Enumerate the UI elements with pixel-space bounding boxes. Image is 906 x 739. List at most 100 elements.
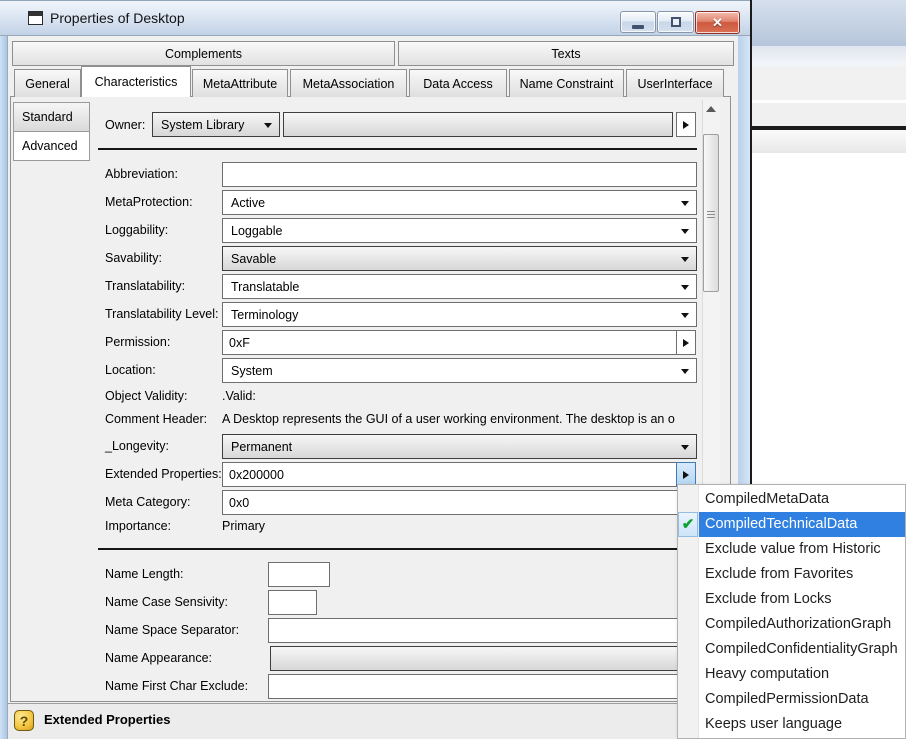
help-icon: ? <box>14 710 34 731</box>
background-window-band <box>752 46 906 66</box>
name-space-separator-label: Name Space Separator: <box>105 623 239 637</box>
arrow-up-icon <box>706 106 716 112</box>
tab-data-access[interactable]: Data Access <box>409 69 507 97</box>
abbreviation-label: Abbreviation: <box>105 167 178 181</box>
name-case-sensivity-input[interactable] <box>268 590 317 615</box>
name-first-char-exclude-label: Name First Char Exclude: <box>105 679 248 693</box>
translatability-level-label: Translatability Level: <box>105 307 218 321</box>
window-icon <box>28 11 43 25</box>
menu-item-label: Exclude from Locks <box>705 591 832 607</box>
sidetab-advanced[interactable]: Advanced <box>13 131 90 161</box>
tab-complements[interactable]: Complements <box>12 41 395 66</box>
longevity-combo[interactable]: Permanent <box>222 434 697 459</box>
tab-characteristics[interactable]: Characteristics <box>81 66 191 97</box>
menu-item-compiledauthorizationgraph[interactable]: CompiledAuthorizationGraph <box>699 612 905 637</box>
scrollbar-up-button[interactable] <box>703 106 719 124</box>
arrow-right-icon <box>683 471 689 479</box>
tab-general[interactable]: General <box>14 69 81 97</box>
tab-general-label: General <box>25 77 69 91</box>
name-first-char-exclude-input[interactable] <box>268 674 697 699</box>
menu-item-compiledtechnicaldata[interactable]: ✔ CompiledTechnicalData <box>699 512 905 537</box>
menu-item-label: Exclude value from Historic <box>705 541 881 557</box>
owner-expand-button[interactable] <box>676 112 696 137</box>
menu-item-label: CompiledPermissionData <box>705 691 869 707</box>
owner-label: Owner: <box>105 118 145 132</box>
menu-item-label: CompiledAuthorizationGraph <box>705 616 891 632</box>
tab-metaassociation[interactable]: MetaAssociation <box>290 69 407 97</box>
extended-properties-label: Extended Properties: <box>105 467 222 481</box>
close-button[interactable]: ✕ <box>695 11 740 34</box>
minimize-button[interactable] <box>620 11 656 33</box>
menu-item-label: CompiledConfidentialityGraph <box>705 641 898 657</box>
arrow-right-icon <box>683 121 689 129</box>
sidetab-standard[interactable]: Standard <box>13 102 90 132</box>
separator <box>98 548 697 550</box>
background-window-band <box>752 103 906 126</box>
savability-value: Savable <box>231 252 276 266</box>
tab-metaattribute[interactable]: MetaAttribute <box>192 69 288 97</box>
arrow-right-icon <box>683 339 689 347</box>
savability-combo[interactable]: Savable <box>222 246 697 271</box>
tab-complements-label: Complements <box>165 47 242 61</box>
importance-label: Importance: <box>105 519 171 533</box>
translatability-value: Translatable <box>231 280 299 294</box>
menu-item-label: Exclude from Favorites <box>705 566 853 582</box>
chevron-down-icon <box>681 285 689 290</box>
loggability-combo[interactable]: Loggable <box>222 218 697 243</box>
tab-userinterface-label: UserInterface <box>637 77 712 91</box>
longevity-value: Permanent <box>231 440 292 454</box>
screen: Properties of Desktop ✕ Complements Text… <box>0 0 906 739</box>
scrollbar-grip-icon <box>707 211 715 219</box>
background-window-band <box>752 66 906 100</box>
translatability-level-value: Terminology <box>231 308 298 322</box>
savability-label: Savability: <box>105 251 162 265</box>
loggability-value: Loggable <box>231 224 282 238</box>
menu-item-exclude-from-locks[interactable]: Exclude from Locks <box>699 587 905 612</box>
name-length-label: Name Length: <box>105 567 184 581</box>
translatability-level-combo[interactable]: Terminology <box>222 302 697 327</box>
chevron-down-icon <box>681 257 689 262</box>
tab-texts-label: Texts <box>551 47 580 61</box>
tab-name-constraint-label: Name Constraint <box>520 77 614 91</box>
metaprotection-combo[interactable]: Active <box>222 190 697 215</box>
tab-texts[interactable]: Texts <box>398 41 734 66</box>
owner-path-field[interactable] <box>283 112 673 137</box>
name-length-input[interactable] <box>268 562 330 587</box>
translatability-combo[interactable]: Translatable <box>222 274 697 299</box>
menu-item-compiledconfidentialitygraph[interactable]: CompiledConfidentialityGraph <box>699 637 905 662</box>
menu-item-exclude-value-from-historic[interactable]: Exclude value from Historic <box>699 537 905 562</box>
permission-input[interactable] <box>222 330 677 355</box>
chevron-down-icon <box>681 369 689 374</box>
title-bar[interactable]: Properties of Desktop ✕ <box>0 0 750 36</box>
meta-category-label: Meta Category: <box>105 495 190 509</box>
owner-combo-value: System Library <box>161 118 244 132</box>
name-space-separator-input[interactable] <box>268 618 697 643</box>
menu-item-heavy-computation[interactable]: Heavy computation <box>699 662 905 687</box>
name-appearance-combo[interactable] <box>270 646 697 671</box>
menu-items: CompiledMetaData ✔ CompiledTechnicalData… <box>678 487 905 737</box>
dialog-frame-left <box>0 36 8 739</box>
menu-item-compiledmetadata[interactable]: CompiledMetaData <box>699 487 905 512</box>
menu-item-keeps-user-language[interactable]: Keeps user language <box>699 712 905 737</box>
menu-item-compiledpermissiondata[interactable]: CompiledPermissionData <box>699 687 905 712</box>
tab-name-constraint[interactable]: Name Constraint <box>509 69 624 97</box>
tab-userinterface[interactable]: UserInterface <box>626 69 724 97</box>
permission-expand-button[interactable] <box>676 330 696 355</box>
meta-category-input[interactable] <box>222 490 697 515</box>
owner-combo[interactable]: System Library <box>152 112 280 137</box>
chevron-down-icon <box>681 445 689 450</box>
extended-properties-input[interactable] <box>222 462 677 487</box>
separator <box>98 148 697 150</box>
menu-item-label: CompiledMetaData <box>705 491 829 507</box>
menu-item-exclude-from-favorites[interactable]: Exclude from Favorites <box>699 562 905 587</box>
location-combo[interactable]: System <box>222 358 697 383</box>
metaprotection-label: MetaProtection: <box>105 195 193 209</box>
chevron-down-icon <box>681 201 689 206</box>
scrollbar-thumb[interactable] <box>703 134 719 292</box>
permission-label: Permission: <box>105 335 170 349</box>
abbreviation-input[interactable] <box>222 162 697 187</box>
restore-icon <box>671 17 681 27</box>
location-label: Location: <box>105 363 156 377</box>
restore-button[interactable] <box>657 11 694 33</box>
tab-metaattribute-label: MetaAttribute <box>203 77 277 91</box>
